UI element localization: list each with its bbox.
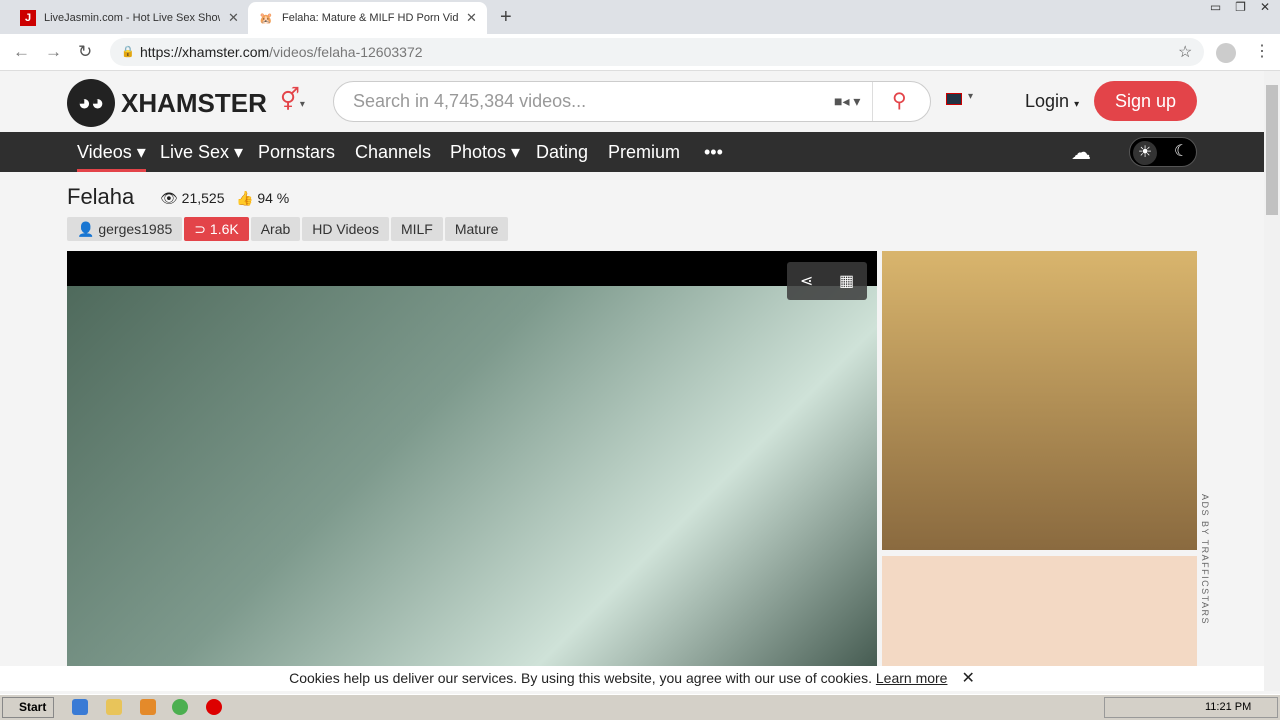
hamster-logo-icon: ◕◕: [67, 79, 115, 127]
uploader-link[interactable]: 👤 gerges1985: [67, 217, 183, 241]
gender-select-icon[interactable]: ⚥▾: [280, 87, 305, 113]
learn-more-link[interactable]: Learn more: [876, 670, 948, 686]
search-icon[interactable]: ⚲: [892, 82, 907, 121]
media-player-icon[interactable]: [140, 699, 156, 715]
browser-menu-icon[interactable]: ⋮: [1254, 41, 1270, 61]
system-tray: 11:21 PM: [1104, 697, 1278, 718]
tag-item[interactable]: MILF: [390, 217, 443, 241]
rating-value: 94 %: [257, 190, 290, 206]
address-bar: ← → ↻ 🔒 https://xhamster.com/videos/felah…: [0, 34, 1280, 71]
lock-icon: 🔒: [121, 46, 135, 58]
url-input[interactable]: 🔒 https://xhamster.com/videos/felaha-1260…: [110, 38, 1204, 66]
main-nav: Videos ▾ Live Sex ▾ Pornstars Channels P…: [0, 132, 1264, 172]
view-count: 👁 21,525: [160, 190, 225, 206]
theme-toggle[interactable]: ☀ ☾: [1129, 137, 1197, 167]
nav-premium[interactable]: Premium: [608, 132, 680, 172]
nav-live-sex[interactable]: Live Sex ▾: [160, 132, 243, 172]
tag-item[interactable]: Arab: [250, 217, 301, 241]
nav-photos[interactable]: Photos ▾: [450, 132, 520, 172]
tag-item[interactable]: Mature: [444, 217, 509, 241]
tab-title: LiveJasmin.com - Hot Live Sex Shows: [44, 12, 220, 24]
tab-title: Felaha: Mature & MILF HD Porn Video: [282, 12, 458, 24]
nav-pornstars[interactable]: Pornstars: [258, 132, 335, 172]
views-value: 21,525: [181, 190, 225, 206]
scrollbar-thumb[interactable]: [1266, 85, 1278, 215]
uploader-name: gerges1985: [98, 221, 173, 237]
subscribe-button[interactable]: ⊃ 1.6K: [184, 217, 249, 241]
minimize-icon[interactable]: ▭: [1210, 0, 1221, 14]
ie-icon[interactable]: [72, 699, 88, 715]
uk-flag-icon[interactable]: [946, 93, 962, 105]
search-input[interactable]: Search in 4,745,384 videos... ■◂ ▾ ⚲: [333, 81, 931, 122]
tab-livejasmin[interactable]: J LiveJasmin.com - Hot Live Sex Shows ✕: [10, 2, 249, 34]
tab-bar: J LiveJasmin.com - Hot Live Sex Shows ✕ 🐹 F…: [0, 0, 1280, 34]
moon-icon: ☾: [1174, 143, 1189, 160]
sun-icon: ☀: [1133, 141, 1157, 165]
ad-banner[interactable]: [882, 251, 1197, 550]
site-logo[interactable]: ◕◕ XHAMSTER: [67, 79, 267, 127]
url-path: /videos/felaha-12603372: [269, 44, 423, 60]
nav-dating[interactable]: Dating: [536, 132, 588, 172]
reload-icon[interactable]: ↻: [78, 42, 92, 62]
hamster-icon: 🐹: [259, 12, 273, 25]
video-player[interactable]: ⋖ ▦: [67, 251, 877, 691]
video-frame[interactable]: [67, 286, 877, 691]
video-title: Felaha: [67, 184, 135, 209]
tag-list: 👤 gerges1985 ⊃ 1.6K Arab HD Videos MILF …: [67, 217, 509, 241]
signup-button[interactable]: Sign up: [1094, 81, 1197, 121]
start-button[interactable]: Start: [2, 697, 54, 718]
url-host: https://xhamster.com: [140, 44, 270, 60]
taskbar: Start 11:21 PM: [0, 694, 1280, 720]
bookmark-star-icon[interactable]: ☆: [1178, 42, 1192, 62]
folder-icon[interactable]: [106, 699, 122, 715]
chevron-down-icon[interactable]: ▾: [968, 91, 973, 102]
search-placeholder: Search in 4,745,384 videos...: [353, 91, 587, 111]
video-camera-icon[interactable]: ■◂ ▾: [834, 82, 860, 121]
nav-more[interactable]: •••: [704, 132, 723, 172]
cookie-banner: Cookies help us deliver our services. By…: [0, 666, 1264, 691]
login-button[interactable]: Login ▾: [1025, 91, 1079, 112]
rating: 👍 94 %: [236, 190, 290, 206]
antivirus-icon[interactable]: [206, 699, 222, 715]
logo-text: XHAMSTER: [121, 87, 267, 118]
clock: 11:21 PM: [1205, 701, 1252, 713]
back-icon[interactable]: ←: [13, 42, 30, 62]
grid-icon[interactable]: ▦: [839, 271, 854, 291]
login-label: Login: [1025, 91, 1070, 111]
new-tab-button[interactable]: +: [500, 6, 512, 29]
tab-xhamster[interactable]: 🐹 Felaha: Mature & MILF HD Porn Video ✕: [248, 2, 487, 34]
scrollbar[interactable]: [1264, 71, 1280, 691]
restore-icon[interactable]: ❐: [1235, 0, 1246, 14]
livejasmin-icon: J: [20, 10, 36, 26]
close-icon[interactable]: ✕: [961, 670, 974, 687]
close-window-icon[interactable]: ✕: [1260, 0, 1270, 14]
close-tab-icon[interactable]: ✕: [228, 10, 239, 26]
nav-channels[interactable]: Channels: [355, 132, 431, 172]
cookie-text: Cookies help us deliver our services. By…: [289, 670, 872, 686]
close-tab-icon[interactable]: ✕: [466, 10, 477, 26]
subscriber-count: 1.6K: [209, 221, 239, 237]
share-icon[interactable]: ⋖: [800, 271, 813, 291]
tag-item[interactable]: HD Videos: [302, 217, 389, 241]
profile-icon[interactable]: [1216, 43, 1236, 63]
forward-icon[interactable]: →: [45, 42, 62, 62]
nav-videos[interactable]: Videos ▾: [77, 132, 146, 172]
site-header: ◕◕ XHAMSTER ⚥▾ Search in 4,745,384 videos…: [0, 71, 1264, 132]
ads-label: ADS BY TRAFFICSTARS: [1200, 494, 1210, 626]
chrome-icon[interactable]: [172, 699, 188, 715]
upload-cloud-icon[interactable]: ☁: [1071, 140, 1091, 165]
